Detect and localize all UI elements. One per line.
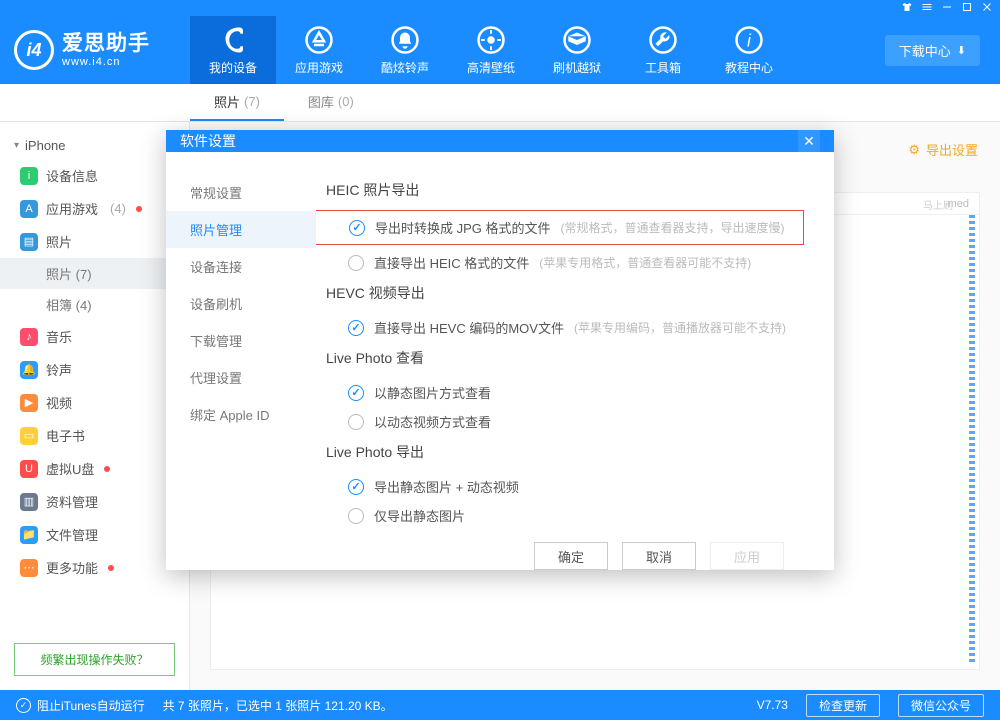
info-icon: i (20, 167, 38, 185)
sidebar-item-device-info[interactable]: i设备信息 (0, 159, 189, 192)
nav-apps[interactable]: 应用游戏 (276, 16, 362, 84)
highlighted-option: 导出时转换成 JPG 格式的文件(常规格式，普通查看器支持，导出速度慢) (316, 210, 804, 245)
sidebar-device[interactable]: iPhone (0, 132, 189, 159)
sidebar-item-ebook[interactable]: ▭电子书 (0, 419, 189, 452)
subtab-photos[interactable]: 照片(7) (190, 84, 284, 121)
book-icon: ▭ (20, 427, 38, 445)
svg-text:i: i (747, 30, 752, 50)
sidebar-item-video[interactable]: ▶视频 (0, 386, 189, 419)
window-titlebar (0, 0, 1000, 16)
status-bar: 阻止iTunes自动运行 共 7 张照片，已选中 1 张照片 121.20 KB… (0, 690, 1000, 720)
sidebar-item-music[interactable]: ♪音乐 (0, 320, 189, 353)
apps-icon: A (20, 200, 38, 218)
option-lp-view-video[interactable]: 以动态视频方式查看 (326, 407, 804, 436)
badge-dot-icon (136, 206, 142, 212)
dialog-content: HEIC 照片导出 导出时转换成 JPG 格式的文件(常规格式，普通查看器支持，… (316, 152, 834, 584)
section-heic: HEIC 照片导出 (326, 180, 804, 200)
export-settings-link[interactable]: 导出设置 (908, 140, 978, 159)
status-itunes-block[interactable]: 阻止iTunes自动运行 (16, 697, 145, 714)
music-icon: ♪ (20, 328, 38, 346)
radio-empty-icon (348, 508, 364, 524)
dialog-close-button[interactable]: ✕ (798, 130, 820, 152)
sidebar-item-vdisk[interactable]: U虚拟U盘 (0, 452, 189, 485)
sidebar-item-ringtones[interactable]: 🔔铃声 (0, 353, 189, 386)
section-hevc: HEVC 视频导出 (326, 283, 804, 303)
radio-empty-icon (348, 255, 364, 271)
minimize-icon[interactable] (940, 1, 954, 16)
status-version: V7.73 (757, 698, 788, 712)
folder-icon: 📁 (20, 526, 38, 544)
bell-icon: 🔔 (20, 361, 38, 379)
dialog-tab-photo-manage[interactable]: 照片管理 (166, 211, 316, 248)
wechat-button[interactable]: 微信公众号 (898, 694, 984, 717)
section-livephoto-view: Live Photo 查看 (326, 348, 804, 368)
maximize-icon[interactable] (960, 1, 974, 16)
app-header: i4 爱思助手 www.i4.cn 我的设备 应用游戏 酷炫铃声 高清壁纸 刷机… (0, 16, 1000, 84)
scrollbar[interactable] (969, 215, 975, 665)
option-lp-exp-both[interactable]: 导出静态图片 + 动态视频 (326, 472, 804, 501)
more-icon: ⋯ (20, 559, 38, 577)
status-summary: 共 7 张照片，已选中 1 张照片 121.20 KB。 (163, 697, 393, 714)
nav-tutorials[interactable]: i教程中心 (706, 16, 792, 84)
settings-dialog: 软件设置 ✕ 常规设置 照片管理 设备连接 设备刷机 下载管理 代理设置 绑定 … (166, 130, 834, 570)
option-lp-exp-static[interactable]: 仅导出静态图片 (326, 501, 804, 530)
data-icon: ▥ (20, 493, 38, 511)
dialog-sidebar: 常规设置 照片管理 设备连接 设备刷机 下载管理 代理设置 绑定 Apple I… (166, 152, 316, 584)
badge-dot-icon (108, 565, 114, 571)
sidebar-item-data[interactable]: ▥资料管理 (0, 485, 189, 518)
top-nav: 我的设备 应用游戏 酷炫铃声 高清壁纸 刷机越狱 工具箱 i教程中心 (190, 16, 885, 84)
dialog-tab-device-flash[interactable]: 设备刷机 (166, 285, 316, 322)
close-icon[interactable] (980, 1, 994, 16)
radio-selected-icon (349, 220, 365, 236)
brand-url: www.i4.cn (62, 56, 150, 68)
tshirt-icon[interactable] (900, 1, 914, 16)
dialog-tab-proxy[interactable]: 代理设置 (166, 359, 316, 396)
radio-selected-icon (348, 385, 364, 401)
menu-icon[interactable] (920, 1, 934, 16)
radio-empty-icon (348, 414, 364, 430)
dialog-tab-general[interactable]: 常规设置 (166, 174, 316, 211)
nav-my-device[interactable]: 我的设备 (190, 16, 276, 84)
dialog-tab-appleid[interactable]: 绑定 Apple ID (166, 396, 316, 433)
dialog-apply-button[interactable]: 应用 (710, 542, 784, 570)
option-heic-jpg[interactable]: 导出时转换成 JPG 格式的文件(常规格式，普通查看器支持，导出速度慢) (327, 213, 803, 242)
nav-wallpapers[interactable]: 高清壁纸 (448, 16, 534, 84)
nav-ringtones[interactable]: 酷炫铃声 (362, 16, 448, 84)
brand-logo-icon: i4 (14, 30, 54, 70)
sidebar-item-apps[interactable]: A应用游戏(4) (0, 192, 189, 225)
sidebar-item-more[interactable]: ⋯更多功能 (0, 551, 189, 584)
brand-name: 爱思助手 (62, 32, 150, 55)
sidebar-sub-albums[interactable]: 相簿 (4) (0, 289, 189, 320)
sidebar-item-files[interactable]: 📁文件管理 (0, 518, 189, 551)
check-update-button[interactable]: 检查更新 (806, 694, 880, 717)
option-hevc-mov[interactable]: 直接导出 HEVC 编码的MOV文件(苹果专用编码，普通播放器可能不支持) (326, 313, 804, 342)
section-livephoto-export: Live Photo 导出 (326, 442, 804, 462)
dialog-tab-download[interactable]: 下载管理 (166, 322, 316, 359)
dialog-tab-device-connect[interactable]: 设备连接 (166, 248, 316, 285)
dialog-cancel-button[interactable]: 取消 (622, 542, 696, 570)
option-heic-raw[interactable]: 直接导出 HEIC 格式的文件(苹果专用格式，普通查看器可能不支持) (326, 248, 804, 277)
sidebar-item-photos[interactable]: ▤照片 (0, 225, 189, 258)
sidebar-sub-photos[interactable]: 照片 (7) (0, 258, 189, 289)
subtab-library[interactable]: 图库(0) (284, 84, 378, 121)
nav-jailbreak[interactable]: 刷机越狱 (534, 16, 620, 84)
nav-toolbox[interactable]: 工具箱 (620, 16, 706, 84)
usb-icon: U (20, 460, 38, 478)
radio-selected-icon (348, 479, 364, 495)
video-icon: ▶ (20, 394, 38, 412)
option-lp-view-static[interactable]: 以静态图片方式查看 (326, 378, 804, 407)
badge-dot-icon (104, 466, 110, 472)
dialog-title: 软件设置 ✕ (166, 130, 834, 152)
sub-tabs: 照片(7) 图库(0) (0, 84, 1000, 122)
faq-link[interactable]: 频繁出现操作失败？ (14, 643, 175, 676)
download-center-button[interactable]: 下载中心 (885, 35, 980, 66)
radio-selected-icon (348, 320, 364, 336)
brand: i4 爱思助手 www.i4.cn (0, 30, 190, 70)
photos-icon: ▤ (20, 233, 38, 251)
dialog-ok-button[interactable]: 确定 (534, 542, 608, 570)
sidebar: iPhone i设备信息 A应用游戏(4) ▤照片 照片 (7) 相簿 (4) … (0, 122, 190, 690)
